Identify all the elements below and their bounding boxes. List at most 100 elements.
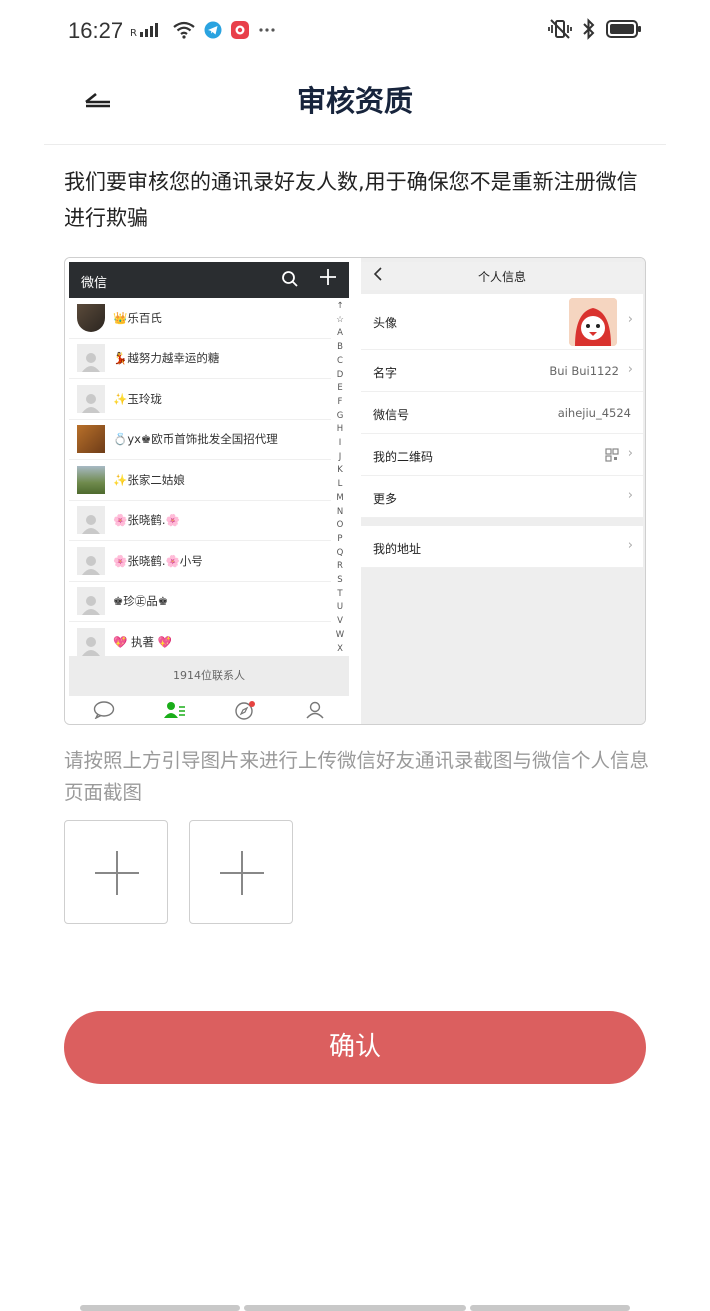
example-contact-row: 🌸张晓鹤.🌸小号: [69, 541, 331, 582]
nav-indicator: [244, 1305, 466, 1311]
battery-icon: [606, 19, 642, 39]
contact-avatar: [77, 384, 105, 413]
signal-icon: R: [130, 21, 164, 39]
index-letter: C: [337, 355, 343, 366]
index-letter: W: [335, 629, 345, 640]
example-contacts-panel: 微信 👑乐百氏 💃越努力越幸运的糖 ✨玉玲珑 💍yx♚欧币首饰批发全国招代理 ✨张家二姑…: [65, 258, 349, 724]
profile-row-qrcode: 我的二维码 ›: [361, 434, 643, 476]
profile-row-label: 名字: [373, 366, 398, 380]
contact-name: ♚珍㊣品♚: [113, 594, 169, 609]
index-letter: U: [336, 602, 344, 613]
example-contact-row: ✨玉玲珑: [69, 379, 331, 420]
chevron-right-icon: ›: [627, 538, 633, 553]
example-profile-rows: 头像 › 名字 Bui Bui1122 › 微信号 aihejiu_4524 我…: [361, 294, 643, 568]
nav-indicator: [80, 1305, 240, 1311]
contact-avatar: [77, 303, 105, 332]
example-contact-list: 👑乐百氏 💃越努力越幸运的糖 ✨玉玲珑 💍yx♚欧币首饰批发全国招代理 ✨张家二姑娘 🌸张…: [69, 298, 331, 663]
index-letter: V: [337, 616, 343, 627]
profile-row-value: aihejiu_4524: [557, 406, 631, 420]
chevron-right-icon: ›: [627, 312, 633, 327]
index-letter: K: [337, 465, 343, 476]
index-letter: Q: [336, 547, 344, 558]
index-letter: ↑: [336, 301, 344, 311]
profile-row-label: 微信号: [373, 408, 410, 422]
profile-row-avatar: 头像 ›: [361, 294, 643, 350]
profile-row-more: 更多 ›: [361, 476, 643, 518]
example-guide-image: 微信 👑乐百氏 💃越努力越幸运的糖 ✨玉玲珑 💍yx♚欧币首饰批发全国招代理 ✨张家二姑…: [64, 257, 646, 725]
contact-avatar: [77, 425, 105, 454]
upload-contacts-screenshot-button[interactable]: [64, 820, 168, 924]
profile-row-wechat-id: 微信号 aihejiu_4524: [361, 392, 643, 434]
profile-section-gap: [361, 518, 643, 526]
confirm-button[interactable]: 确认: [64, 1011, 646, 1084]
example-contact-row: ✨张家二姑娘: [69, 460, 331, 501]
index-letter: T: [337, 588, 343, 599]
profile-row-name: 名字 Bui Bui1122 ›: [361, 350, 643, 392]
profile-row-label: 更多: [373, 492, 398, 506]
nav-indicator: [470, 1305, 630, 1311]
upload-guide-text: 请按照上方引导图片来进行上传微信好友通讯录截图与微信个人信息页面截图: [64, 749, 650, 804]
contact-name: ✨玉玲珑: [113, 391, 162, 406]
upload-profile-screenshot-button[interactable]: [189, 820, 293, 924]
contact-name: 💍yx♚欧币首饰批发全国招代理: [113, 432, 278, 447]
index-letter: F: [337, 396, 343, 407]
example-profile-title: 个人信息: [477, 270, 526, 284]
example-contact-row: 💃越努力越幸运的糖: [69, 339, 331, 379]
status-right-icons: [548, 18, 642, 40]
profile-avatar-image: [569, 298, 617, 346]
page-title: 审核资质: [296, 84, 413, 118]
example-contact-row: 👑乐百氏: [69, 298, 331, 339]
example-contact-row: 🌸张晓鹤.🌸: [69, 501, 331, 541]
profile-row-label: 我的二维码: [373, 450, 434, 464]
index-letter: S: [337, 575, 343, 586]
status-time: 16:27: [68, 18, 124, 43]
index-letter: I: [338, 438, 342, 449]
profile-row-label: 头像: [373, 316, 398, 330]
index-letter: P: [337, 533, 343, 544]
svg-text:R: R: [130, 28, 137, 39]
example-profile-panel: 个人信息 头像 › 名字 Bui Bui1122 › 微信号 aihejiu_4…: [361, 258, 645, 724]
contact-name: 💃越努力越幸运的糖: [113, 351, 220, 366]
me-icon: [305, 701, 325, 723]
profile-row-value: Bui Bui1122: [549, 364, 619, 378]
index-letter: L: [337, 479, 343, 490]
more-dots-icon: [258, 25, 276, 35]
example-contact-row: 💍yx♚欧币首饰批发全国招代理: [69, 420, 331, 460]
index-letter: N: [336, 506, 344, 517]
index-letter: E: [337, 383, 343, 394]
contact-avatar: [77, 506, 105, 535]
index-letter: A: [337, 328, 343, 339]
header-divider: [44, 144, 666, 145]
profile-row-label: 我的地址: [373, 542, 422, 556]
vibrate-icon: [548, 18, 572, 40]
app-notification-icon: [230, 20, 250, 40]
discover-icon: [234, 700, 256, 724]
chevron-right-icon: ›: [627, 362, 633, 377]
chevron-right-icon: ›: [627, 446, 633, 461]
contact-avatar: [77, 465, 105, 494]
index-letter: ☆: [336, 314, 344, 325]
search-icon: [281, 270, 299, 292]
example-app-title: 微信: [81, 276, 108, 291]
contact-name: 👑乐百氏: [113, 310, 162, 325]
bluetooth-icon: [582, 18, 596, 40]
plus-icon: [116, 851, 118, 895]
contact-avatar: [77, 546, 105, 575]
index-letter: J: [338, 451, 342, 462]
example-wechat-header: 微信: [69, 262, 349, 298]
example-contact-row: ♚珍㊣品♚: [69, 582, 331, 622]
status-bar: 16:27 R: [0, 0, 710, 62]
index-letter: H: [336, 424, 344, 435]
plus-icon: [319, 268, 337, 289]
index-letter: G: [336, 410, 344, 421]
contact-avatar: [77, 344, 105, 373]
index-letter: R: [337, 561, 343, 572]
page-header: 审核资质: [0, 62, 710, 142]
chat-icon: [93, 701, 115, 723]
example-contact-count: 1914位联系人: [69, 656, 349, 696]
contact-name: 🌸张晓鹤.🌸: [113, 513, 180, 528]
example-index-bar: ↑☆ABCDEFGHIJKLMNOPQRSTUVWXYZ#: [333, 300, 347, 697]
contact-avatar: [77, 587, 105, 616]
contact-name: ✨张家二姑娘: [113, 472, 185, 487]
intro-text: 我们要审核您的通讯录好友人数,用于确保您不是重新注册微信进行欺骗: [64, 170, 638, 230]
